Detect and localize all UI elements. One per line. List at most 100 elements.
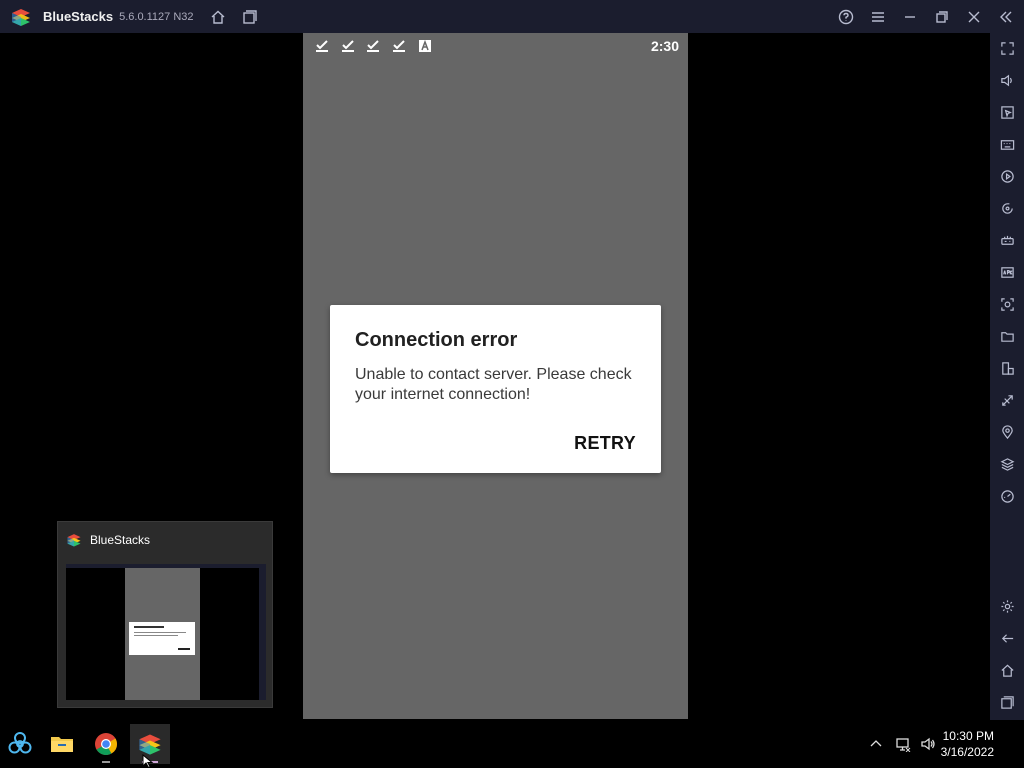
title-bar: BlueStacks 5.6.0.1127 N32 — [0, 0, 1024, 33]
preview-title: BlueStacks — [90, 533, 151, 547]
pointer-icon — [1000, 105, 1014, 119]
restore-button[interactable] — [926, 0, 958, 33]
keyboard-button[interactable] — [990, 129, 1024, 159]
back-icon — [1001, 633, 1013, 643]
bluestacks-window: BlueStacks 5.6.0.1127 N32 2:30 Connectio… — [0, 0, 1024, 768]
show-hidden-icons-button[interactable] — [866, 734, 886, 754]
volume-icon — [921, 737, 935, 751]
rotate-sync-icon — [1001, 202, 1013, 214]
check-icon — [367, 40, 379, 52]
connection-error-dialog: Connection error Unable to contact serve… — [330, 305, 661, 473]
thumbnail-dialog — [129, 622, 195, 655]
help-button[interactable] — [830, 0, 862, 33]
close-button[interactable] — [958, 0, 990, 33]
app-version: 5.6.0.1127 N32 — [119, 10, 194, 23]
biohazard-icon — [8, 732, 32, 754]
retry-button[interactable]: RETRY — [574, 433, 636, 454]
side-toolbar — [990, 33, 1024, 720]
chrome-button[interactable] — [86, 724, 126, 764]
eco-mode-icon — [1001, 394, 1013, 406]
pointer-button[interactable] — [990, 97, 1024, 127]
menu-button[interactable] — [862, 0, 894, 33]
game-controls-icon — [1000, 235, 1014, 245]
file-explorer-icon — [51, 737, 73, 752]
check-icon — [342, 40, 354, 52]
home-icon — [1000, 664, 1014, 677]
location-button[interactable] — [990, 417, 1024, 447]
multi-screen-icon — [1001, 361, 1014, 375]
volume-tray-button[interactable] — [918, 734, 938, 754]
thumbnail-android-screen — [125, 568, 200, 700]
thumbnail-sidebar — [259, 568, 266, 700]
fullscreen-button[interactable] — [990, 33, 1024, 63]
thumbnail-dialog-retry — [178, 648, 190, 650]
preview-thumbnail — [66, 564, 266, 700]
home-icon — [211, 10, 225, 24]
restore-icon — [936, 10, 948, 23]
eco-mode-button[interactable] — [990, 385, 1024, 415]
minimize-icon — [905, 15, 915, 18]
volume-button[interactable] — [990, 65, 1024, 95]
volume-icon — [1000, 74, 1012, 86]
recents-icon — [1000, 695, 1014, 709]
screenshot-button[interactable] — [990, 289, 1024, 319]
layers-icon — [1000, 457, 1014, 471]
multi-instance-button[interactable] — [234, 0, 266, 33]
multi-screen-button[interactable] — [990, 353, 1024, 383]
macro-button[interactable] — [990, 161, 1024, 191]
game-controls-button[interactable] — [990, 225, 1024, 255]
android-home-button[interactable] — [990, 655, 1024, 685]
help-icon — [838, 9, 854, 24]
status-time: 2:30 — [650, 38, 679, 54]
start-button[interactable] — [0, 724, 40, 764]
network-icon — [896, 738, 911, 752]
fullscreen-icon — [1000, 41, 1014, 55]
check-icon — [393, 40, 405, 52]
performance-button[interactable] — [990, 481, 1024, 511]
chevron-up-icon — [870, 740, 882, 747]
back-button[interactable] — [990, 623, 1024, 653]
screenshot-icon — [1000, 297, 1014, 311]
bluestacks-logo-icon — [12, 8, 30, 26]
layers-button[interactable] — [990, 449, 1024, 479]
preview-header: BlueStacks — [66, 532, 150, 548]
collapse-sidebar-button[interactable] — [990, 0, 1022, 33]
chrome-running-indicator — [102, 761, 110, 763]
home-button[interactable] — [202, 0, 234, 33]
close-icon — [968, 11, 980, 22]
check-icon — [316, 40, 328, 52]
android-status-bar: 2:30 — [303, 33, 688, 59]
android-screen[interactable]: 2:30 Connection error Unable to contact … — [303, 33, 688, 719]
macro-icon — [1000, 169, 1014, 183]
folder-icon — [1000, 331, 1014, 342]
mouse-cursor-icon — [142, 754, 154, 768]
folder-button[interactable] — [990, 321, 1024, 351]
thumbnail-dialog-line — [134, 632, 186, 633]
multi-instance-icon — [243, 9, 257, 24]
keyboard-icon — [1000, 139, 1014, 150]
dialog-title: Connection error — [355, 329, 518, 351]
recents-button[interactable] — [990, 687, 1024, 717]
settings-icon — [1000, 599, 1014, 613]
menu-icon — [872, 11, 884, 22]
network-button[interactable] — [893, 734, 913, 754]
minimize-button[interactable] — [894, 0, 926, 33]
apk-install-icon — [1000, 266, 1014, 278]
file-explorer-button[interactable] — [42, 724, 82, 764]
a-badge-icon — [419, 40, 431, 52]
bluestacks-logo-icon — [67, 534, 81, 547]
location-icon — [1001, 424, 1013, 439]
app-title: BlueStacks — [43, 9, 114, 24]
clock[interactable]: 10:30 PM 3/16/2022 — [941, 728, 994, 760]
thumbnail-dialog-title — [134, 626, 164, 628]
clock-time: 10:30 PM — [942, 729, 994, 743]
rotate-sync-button[interactable] — [990, 193, 1024, 223]
settings-button[interactable] — [990, 591, 1024, 621]
apk-install-button[interactable] — [990, 257, 1024, 287]
clock-date: 3/16/2022 — [940, 745, 994, 759]
taskbar-window-preview[interactable]: BlueStacks — [57, 521, 273, 708]
chrome-icon — [95, 733, 117, 755]
collapse-sidebar-icon — [1000, 11, 1012, 22]
performance-icon — [1000, 489, 1014, 503]
dialog-message: Unable to contact server. Please check y… — [355, 366, 632, 403]
